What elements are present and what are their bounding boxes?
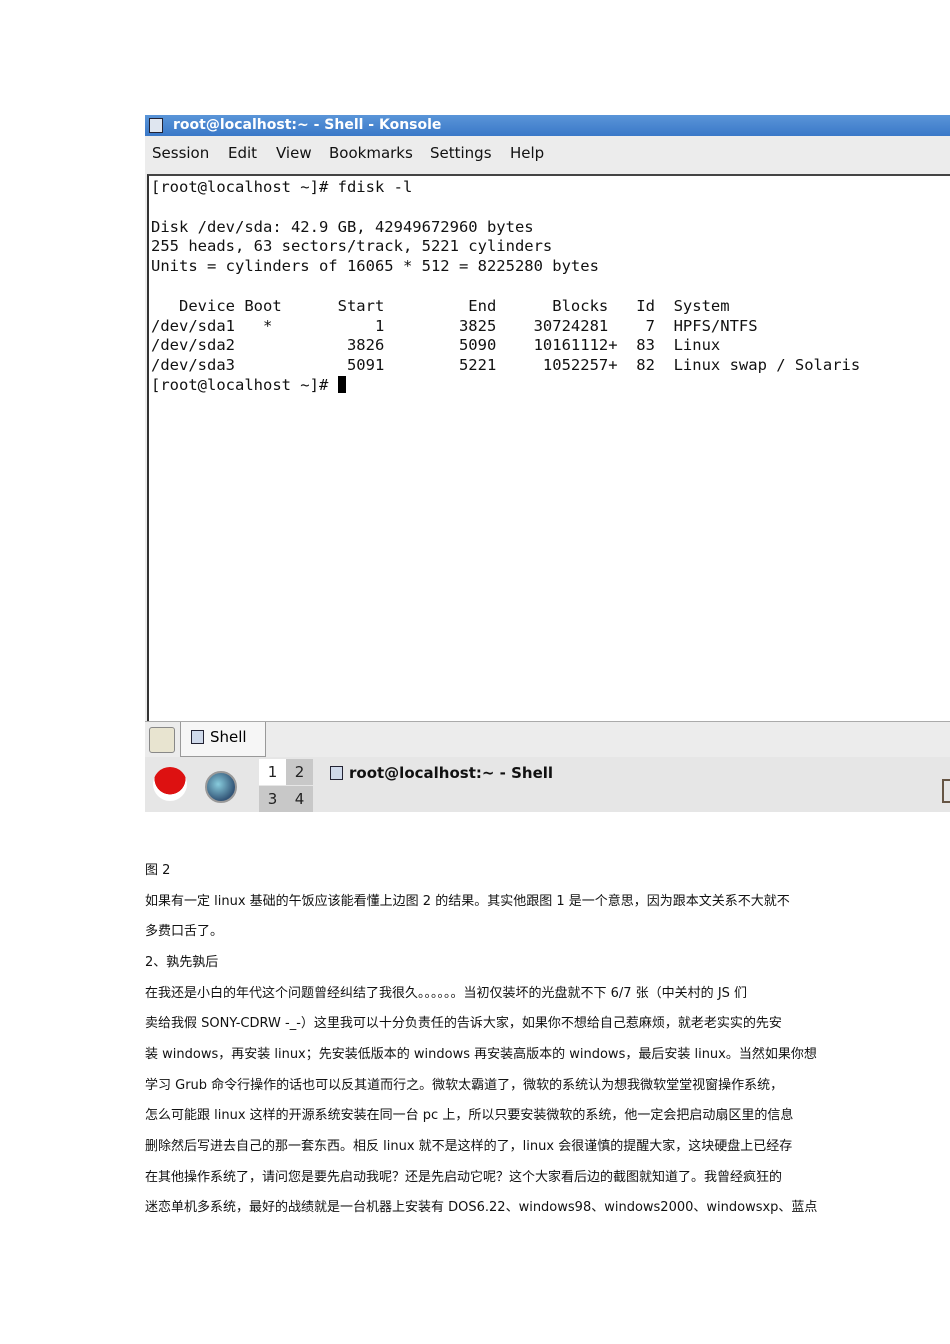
paragraph-line: 在我还是小白的年代这个问题曾经纠结了我很久。。。。。。当初仅装坏的光盘就不下 6… xyxy=(145,986,748,1001)
terminal-line: Disk /dev/sda: 42.9 GB, 42949672960 byte… xyxy=(151,217,534,236)
desktop-1[interactable]: 1 xyxy=(259,759,286,785)
desktop-4[interactable]: 4 xyxy=(286,786,313,812)
terminal-line: /dev/sda2 3826 5090 10161112+ 83 Linux xyxy=(151,336,721,355)
konsole-icon xyxy=(149,118,163,133)
terminal-output: [root@localhost ~]# fdisk -l​Disk /dev/s… xyxy=(151,178,860,396)
cursor xyxy=(337,375,346,393)
shell-icon xyxy=(191,730,204,744)
tab-bar: Shell xyxy=(145,721,950,757)
menu-help[interactable]: Help xyxy=(510,139,544,167)
desktop-2[interactable]: 2 xyxy=(286,759,313,785)
terminal-line: /dev/sda1 * 1 3825 30724281 7 HPFS/NTFS xyxy=(151,316,758,335)
terminal-line: Units = cylinders of 16065 * 512 = 82252… xyxy=(151,257,599,276)
clipboard-icon[interactable] xyxy=(942,779,950,803)
window-title: root@localhost:~ - Shell - Konsole xyxy=(173,117,442,133)
paragraph-line: 学习 Grub 命令行操作的话也可以反其道而行之。微软太霸道了，微软的系统认为想… xyxy=(145,1078,784,1093)
menu-bookmarks[interactable]: Bookmarks xyxy=(329,139,413,167)
menu-edit[interactable]: Edit xyxy=(228,139,257,167)
section-heading: 2、孰先孰后 xyxy=(145,955,219,970)
figure-caption: 图 2 xyxy=(145,863,171,878)
terminal-line: ​ xyxy=(151,198,860,218)
menu-view[interactable]: View xyxy=(276,139,312,167)
title-bar: root@localhost:~ - Shell - Konsole xyxy=(145,115,950,136)
paragraph-line: 在其他操作系统了，请问您是要先启动我呢？还是先启动它呢？这个大家看后边的截图就知… xyxy=(145,1170,783,1185)
terminal-line: /dev/sda3 5091 5221 1052257+ 82 Linux sw… xyxy=(151,356,861,375)
redhat-menu-icon[interactable] xyxy=(153,767,187,801)
menu-session[interactable]: Session xyxy=(152,139,209,167)
terminal-line: Device Boot Start End Blocks Id System xyxy=(151,296,730,315)
paragraph-line: 删除然后写进去自己的那一套东西。相反 linux 就不是这样的了，linux 会… xyxy=(145,1139,793,1154)
taskbar-item-konsole[interactable]: root@localhost:~ - Shell xyxy=(330,761,553,785)
menu-settings[interactable]: Settings xyxy=(430,139,492,167)
tab-shell[interactable]: Shell xyxy=(180,722,266,757)
paragraph-line: 迷恋单机多系统，最好的战绩就是一台机器上安装有 DOS6.22、windows9… xyxy=(145,1200,818,1215)
konsole-screenshot: root@localhost:~ - Shell - Konsole Sessi… xyxy=(145,115,950,812)
paragraph-line: 怎么可能跟 linux 这样的开源系统安装在同一台 pc 上，所以只要安装微软的… xyxy=(145,1108,794,1123)
terminal-line: ​ xyxy=(151,277,860,297)
paragraph-line: 多费口舌了。 xyxy=(145,924,224,939)
browser-icon[interactable] xyxy=(205,771,237,803)
paragraph-line: 卖给我假 SONY-CDRW -_-）这里我可以十分负责任的告诉大家，如果你不想… xyxy=(145,1016,782,1031)
paragraph-line: 如果有一定 linux 基础的午饭应该能看懂上边图 2 的结果。其实他跟图 1 … xyxy=(145,894,790,909)
shell-icon xyxy=(330,766,343,780)
prompt: [root@localhost ~]# xyxy=(151,375,338,394)
taskbar: 1 2 3 4 root@localhost:~ - Shell xyxy=(145,757,950,812)
prompt-line: [root@localhost ~]# xyxy=(151,375,860,396)
menu-bar: Session Edit View Bookmarks Settings Hel… xyxy=(145,139,950,167)
terminal-line: [root@localhost ~]# fdisk -l xyxy=(151,178,413,196)
paragraph-line: 装 windows，再安装 linux；先安装低版本的 windows 再安装高… xyxy=(145,1047,817,1062)
document-page: root@localhost:~ - Shell - Konsole Sessi… xyxy=(0,0,950,1344)
terminal-line: 255 heads, 63 sectors/track, 5221 cylind… xyxy=(151,237,553,256)
desktop-3[interactable]: 3 xyxy=(259,786,286,812)
new-session-icon[interactable] xyxy=(149,727,175,753)
terminal[interactable]: [root@localhost ~]# fdisk -l​Disk /dev/s… xyxy=(147,174,950,722)
